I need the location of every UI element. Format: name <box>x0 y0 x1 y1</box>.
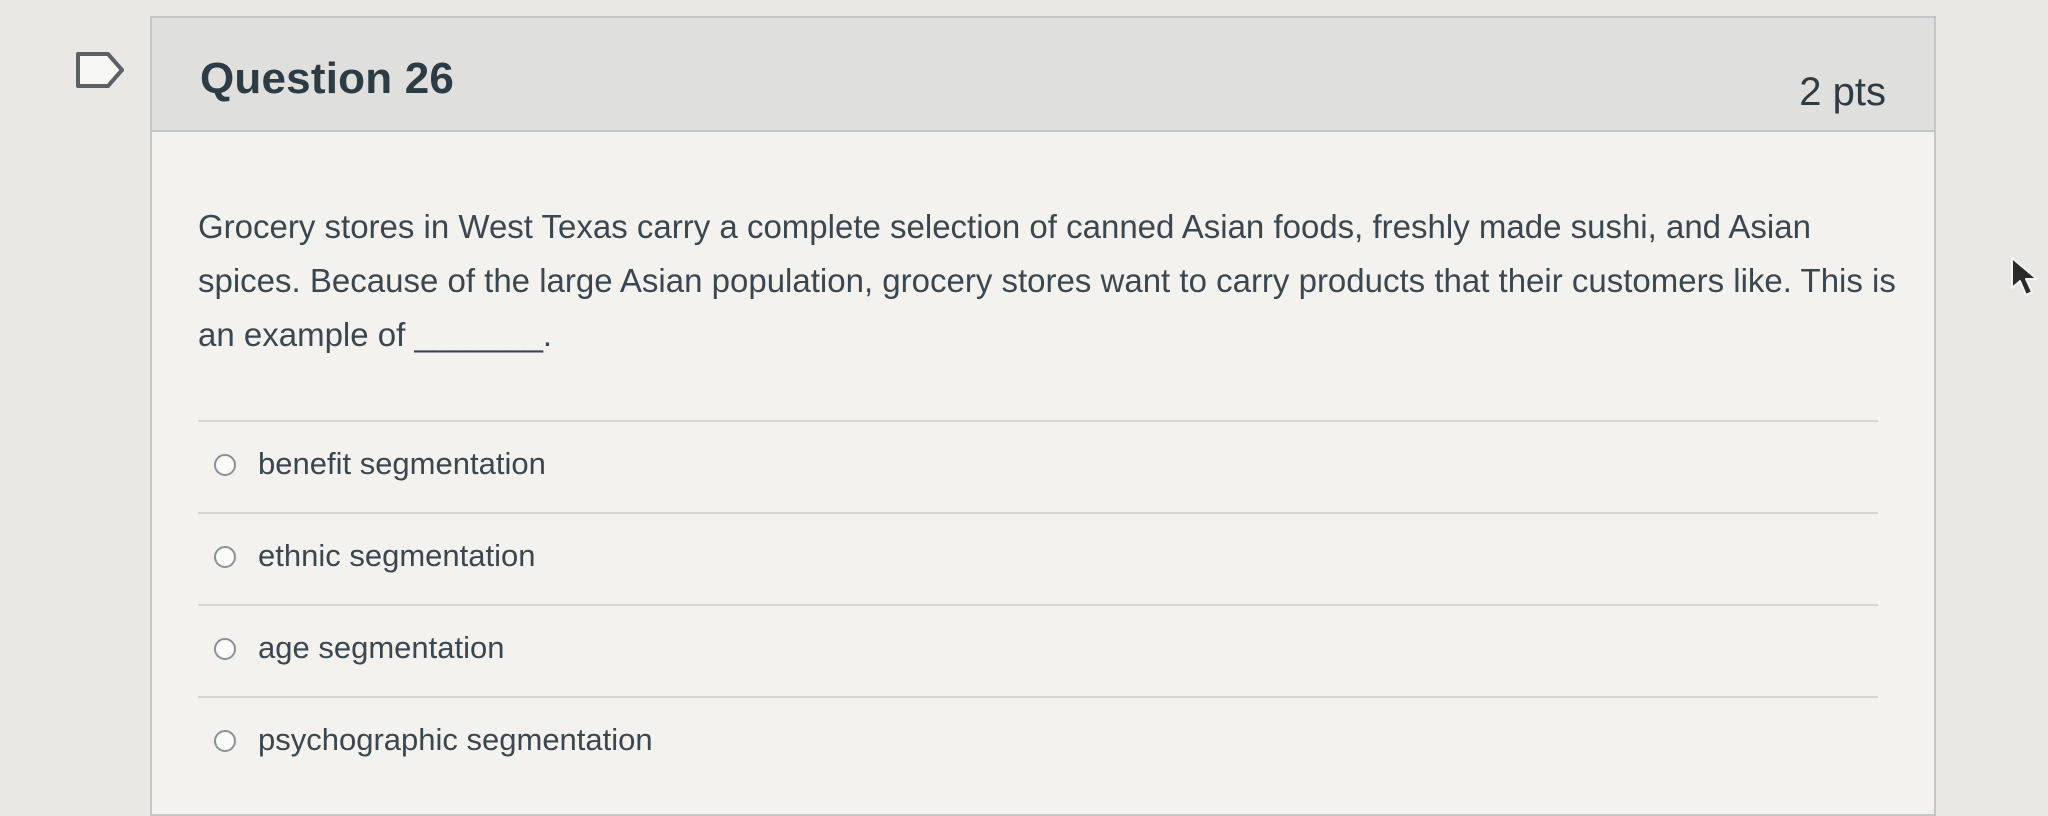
answer-option[interactable]: age segmentation <box>198 604 1878 696</box>
question-title: Question 26 <box>200 54 455 103</box>
answer-option[interactable]: psychographic segmentation <box>198 696 1878 788</box>
answer-list: benefit segmentation ethnic segmentation… <box>198 420 1878 788</box>
radio-button-icon[interactable] <box>214 638 236 660</box>
answer-label[interactable]: age segmentation <box>258 630 504 666</box>
radio-button-icon[interactable] <box>214 546 236 568</box>
question-header: Question 26 2 pts <box>152 18 1934 132</box>
answer-option[interactable]: ethnic segmentation <box>198 512 1878 604</box>
question-text: Grocery stores in West Texas carry a com… <box>198 208 1896 353</box>
question-points: 2 pts <box>1799 70 1886 114</box>
answer-option[interactable]: benefit segmentation <box>198 420 1878 512</box>
answer-label[interactable]: ethnic segmentation <box>258 538 535 574</box>
mouse-pointer-icon <box>2010 256 2044 298</box>
answer-label[interactable]: benefit segmentation <box>258 446 546 482</box>
radio-button-icon[interactable] <box>214 454 236 476</box>
answer-label[interactable]: psychographic segmentation <box>258 722 653 758</box>
flag-question-icon[interactable] <box>74 50 128 90</box>
radio-button-icon[interactable] <box>214 730 236 752</box>
